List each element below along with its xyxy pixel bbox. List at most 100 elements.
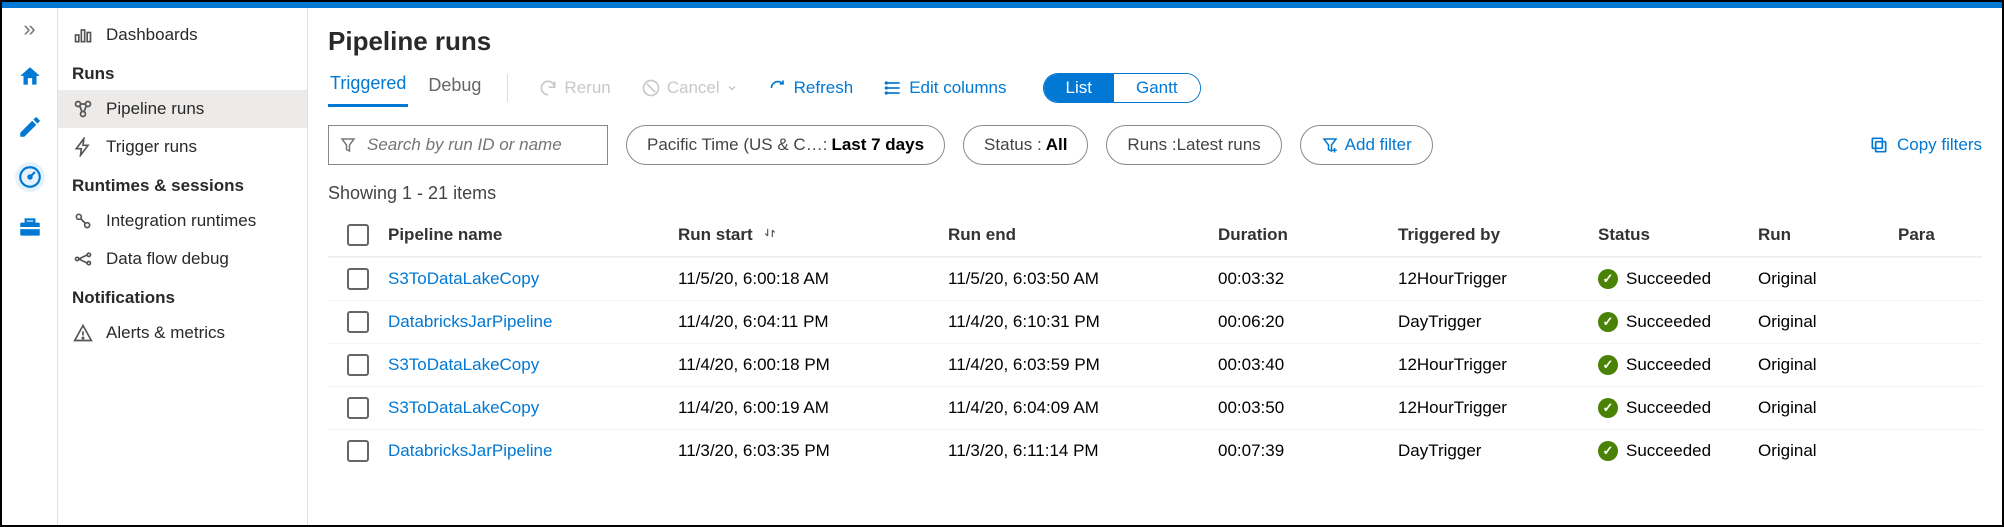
sidebar-item-label: Dashboards bbox=[106, 25, 198, 45]
row-checkbox[interactable] bbox=[347, 268, 369, 290]
tab-triggered[interactable]: Triggered bbox=[328, 69, 408, 107]
select-all-checkbox[interactable] bbox=[347, 224, 369, 246]
rerun-icon bbox=[538, 78, 558, 98]
cell-run-end: 11/4/20, 6:03:59 PM bbox=[948, 355, 1218, 375]
col-run-start-label: Run start bbox=[678, 225, 753, 244]
cell-triggered-by: DayTrigger bbox=[1398, 312, 1598, 332]
edit-columns-button[interactable]: Edit columns bbox=[877, 74, 1012, 102]
row-checkbox[interactable] bbox=[347, 397, 369, 419]
col-pipeline-name[interactable]: Pipeline name bbox=[388, 225, 678, 245]
filter-timerange[interactable]: Pacific Time (US & C… : Last 7 days bbox=[626, 125, 945, 165]
col-parameters[interactable]: Para bbox=[1898, 225, 1958, 245]
author-pencil-icon[interactable] bbox=[15, 112, 45, 142]
home-icon[interactable] bbox=[15, 62, 45, 92]
sidebar-item-pipeline-runs[interactable]: Pipeline runs bbox=[58, 90, 307, 128]
separator bbox=[507, 74, 508, 102]
view-toggle: List Gantt bbox=[1043, 73, 1201, 103]
pipeline-runs-icon bbox=[72, 98, 94, 120]
trigger-runs-icon bbox=[72, 136, 94, 158]
cell-triggered-by: 12HourTrigger bbox=[1398, 269, 1598, 289]
main-content: Pipeline runs Triggered Debug Rerun Canc… bbox=[308, 8, 2002, 525]
search-input[interactable] bbox=[365, 134, 597, 156]
copy-filters-button[interactable]: Copy filters bbox=[1869, 135, 1982, 155]
refresh-button[interactable]: Refresh bbox=[762, 74, 860, 102]
cell-run-start: 11/3/20, 6:03:35 PM bbox=[678, 441, 948, 461]
filter-runs-value: Latest runs bbox=[1177, 135, 1261, 155]
cell-run: Original bbox=[1758, 355, 1898, 375]
success-icon: ✓ bbox=[1598, 355, 1618, 375]
chevron-down-icon bbox=[726, 82, 738, 94]
runs-table: Pipeline name Run start Run end Duration… bbox=[328, 214, 1982, 472]
filter-row: Pacific Time (US & C… : Last 7 days Stat… bbox=[328, 125, 1982, 165]
cell-status: Succeeded bbox=[1626, 355, 1711, 375]
col-run-start[interactable]: Run start bbox=[678, 225, 948, 245]
copy-icon bbox=[1869, 135, 1889, 155]
filter-sep: : bbox=[823, 135, 828, 155]
col-run[interactable]: Run bbox=[1758, 225, 1898, 245]
cell-status: Succeeded bbox=[1626, 269, 1711, 289]
sidebar-item-label: Data flow debug bbox=[106, 249, 229, 269]
pipeline-name-link[interactable]: S3ToDataLakeCopy bbox=[388, 398, 539, 417]
filter-runs[interactable]: Runs : Latest runs bbox=[1106, 125, 1281, 165]
sidebar-item-label: Alerts & metrics bbox=[106, 323, 225, 343]
success-icon: ✓ bbox=[1598, 269, 1618, 289]
sidebar-item-alerts-metrics[interactable]: Alerts & metrics bbox=[58, 314, 307, 352]
col-run-end[interactable]: Run end bbox=[948, 225, 1218, 245]
row-checkbox[interactable] bbox=[347, 440, 369, 462]
refresh-label: Refresh bbox=[794, 78, 854, 98]
left-rail: » bbox=[2, 8, 58, 525]
pipeline-name-link[interactable]: S3ToDataLakeCopy bbox=[388, 269, 539, 288]
table-row: S3ToDataLakeCopy 11/4/20, 6:00:18 PM 11/… bbox=[328, 343, 1982, 386]
view-gantt-button[interactable]: Gantt bbox=[1114, 74, 1200, 102]
col-duration[interactable]: Duration bbox=[1218, 225, 1398, 245]
table-row: S3ToDataLakeCopy 11/4/20, 6:00:19 AM 11/… bbox=[328, 386, 1982, 429]
sidebar-item-integration-runtimes[interactable]: Integration runtimes bbox=[58, 202, 307, 240]
cell-run-end: 11/4/20, 6:10:31 PM bbox=[948, 312, 1218, 332]
cell-duration: 00:06:20 bbox=[1218, 312, 1398, 332]
sidebar-item-dataflow-debug[interactable]: Data flow debug bbox=[58, 240, 307, 278]
pipeline-name-link[interactable]: DatabricksJarPipeline bbox=[388, 441, 552, 460]
monitor-gauge-icon[interactable] bbox=[15, 162, 45, 192]
copy-filters-label: Copy filters bbox=[1897, 135, 1982, 155]
cell-run-start: 11/5/20, 6:00:18 AM bbox=[678, 269, 948, 289]
sidebar: Dashboards Runs Pipeline runs Trigger ru… bbox=[58, 8, 308, 525]
col-triggered-by[interactable]: Triggered by bbox=[1398, 225, 1598, 245]
sidebar-item-trigger-runs[interactable]: Trigger runs bbox=[58, 128, 307, 166]
sidebar-item-dashboards[interactable]: Dashboards bbox=[58, 16, 307, 54]
table-row: DatabricksJarPipeline 11/4/20, 6:04:11 P… bbox=[328, 300, 1982, 343]
pipeline-name-link[interactable]: S3ToDataLakeCopy bbox=[388, 355, 539, 374]
rerun-button[interactable]: Rerun bbox=[532, 74, 616, 102]
sidebar-item-label: Integration runtimes bbox=[106, 211, 256, 231]
filter-status[interactable]: Status : All bbox=[963, 125, 1088, 165]
cell-run-start: 11/4/20, 6:00:19 AM bbox=[678, 398, 948, 418]
cell-duration: 00:03:50 bbox=[1218, 398, 1398, 418]
dataflow-debug-icon bbox=[72, 248, 94, 270]
dashboards-icon bbox=[72, 24, 94, 46]
col-status[interactable]: Status bbox=[1598, 225, 1758, 245]
cancel-icon bbox=[641, 78, 661, 98]
page-title: Pipeline runs bbox=[328, 26, 1982, 57]
view-list-button[interactable]: List bbox=[1044, 74, 1114, 102]
cell-duration: 00:07:39 bbox=[1218, 441, 1398, 461]
cell-run: Original bbox=[1758, 269, 1898, 289]
filter-tz-label: Pacific Time (US & C… bbox=[647, 135, 823, 155]
manage-toolbox-icon[interactable] bbox=[15, 212, 45, 242]
row-checkbox[interactable] bbox=[347, 311, 369, 333]
search-box[interactable] bbox=[328, 125, 608, 165]
filter-runs-label: Runs : bbox=[1127, 135, 1176, 155]
alerts-metrics-icon bbox=[72, 322, 94, 344]
cell-run: Original bbox=[1758, 441, 1898, 461]
filter-icon bbox=[339, 136, 357, 154]
add-filter-button[interactable]: Add filter bbox=[1300, 125, 1433, 165]
filter-timerange-value: Last 7 days bbox=[831, 135, 924, 155]
cell-run-end: 11/4/20, 6:04:09 AM bbox=[948, 398, 1218, 418]
cell-run-end: 11/3/20, 6:11:14 PM bbox=[948, 441, 1218, 461]
tab-debug[interactable]: Debug bbox=[426, 71, 483, 106]
cell-status: Succeeded bbox=[1626, 312, 1711, 332]
pipeline-name-link[interactable]: DatabricksJarPipeline bbox=[388, 312, 552, 331]
cancel-button[interactable]: Cancel bbox=[635, 74, 744, 102]
sidebar-section-notifications: Notifications bbox=[58, 278, 307, 314]
cell-triggered-by: DayTrigger bbox=[1398, 441, 1598, 461]
rail-collapse-button[interactable]: » bbox=[23, 16, 35, 42]
row-checkbox[interactable] bbox=[347, 354, 369, 376]
